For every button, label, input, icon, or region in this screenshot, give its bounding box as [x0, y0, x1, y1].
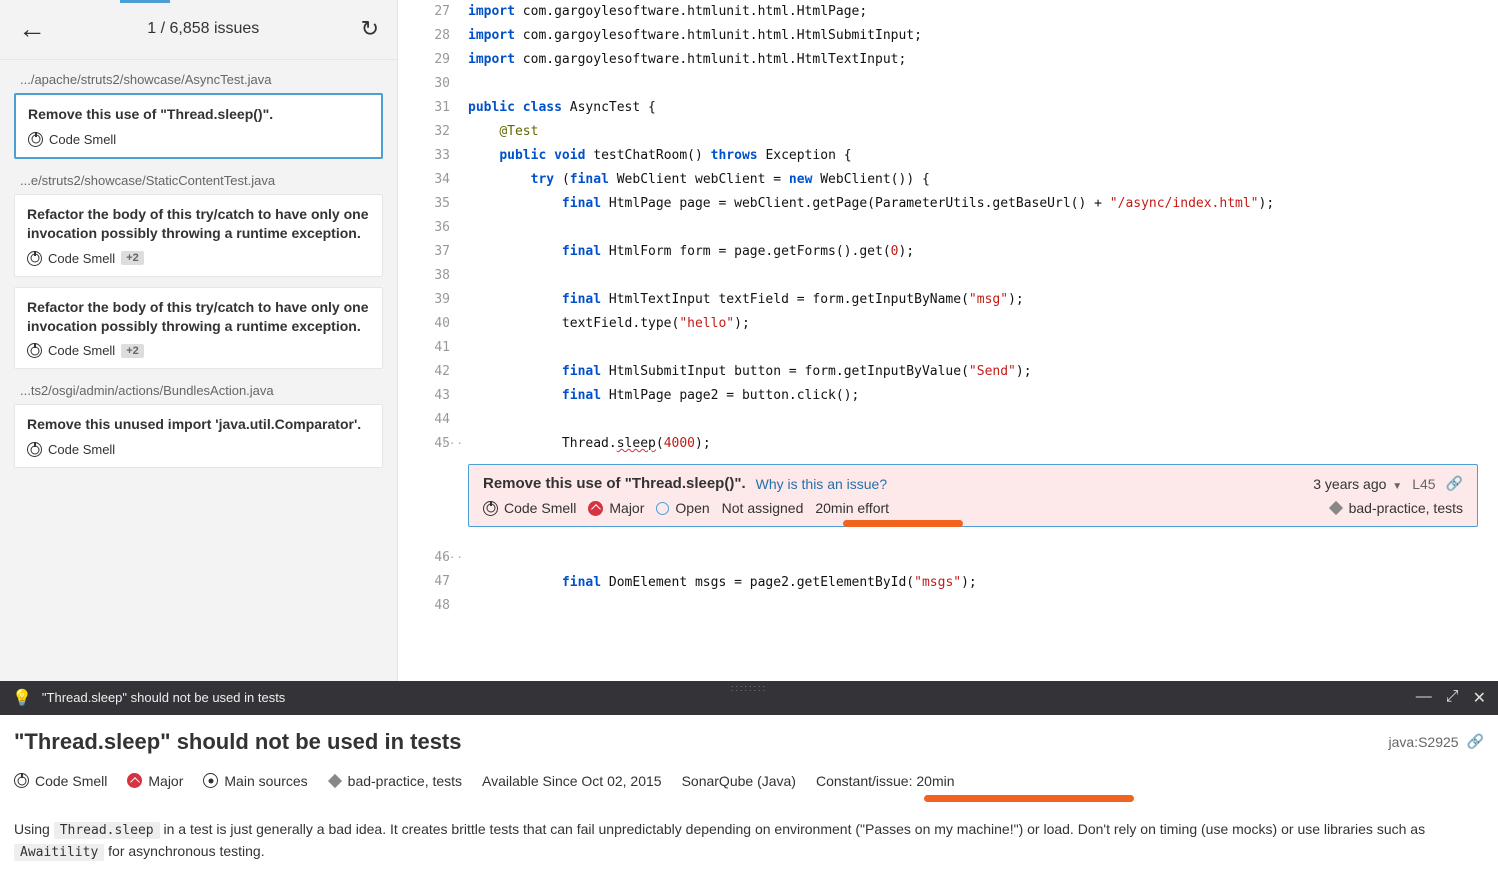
reload-icon[interactable]: ↻ [361, 16, 379, 42]
issue-list[interactable]: .../apache/struts2/showcase/AsyncTest.ja… [0, 60, 397, 681]
code-line: import com.gargoylesoftware.htmlunit.htm… [468, 24, 1478, 48]
expand-icon[interactable]: ⤢ [1446, 688, 1459, 708]
code-line: final DomElement msgs = page2.getElement… [468, 571, 1478, 595]
permalink-icon[interactable]: 🔗 [1446, 475, 1463, 492]
code-smell-icon [27, 442, 42, 457]
close-icon[interactable]: ✕ [1473, 688, 1486, 708]
tag-icon [328, 774, 342, 788]
issue-counter: 1 / 6,858 issues [60, 20, 347, 38]
code-viewer: 27282930313233343536373839404142434445··… [398, 0, 1498, 681]
panel-title: "Thread.sleep" should not be used in tes… [42, 690, 285, 705]
issue-card[interactable]: Refactor the body of this try/catch to h… [14, 287, 383, 370]
issue-card[interactable]: Remove this unused import 'java.util.Com… [14, 404, 383, 468]
highlight-marker [843, 520, 963, 527]
scope-icon [203, 773, 218, 788]
code-line [468, 216, 1478, 240]
rule-meta: Code Smell Major Main sources bad-practi… [14, 773, 1484, 789]
issue-assignee[interactable]: Not assigned [722, 500, 804, 516]
back-icon[interactable]: ← [18, 15, 46, 43]
code-body: import com.gargoylesoftware.htmlunit.htm… [468, 0, 1498, 681]
plus-badge: +2 [121, 344, 144, 358]
lightbulb-icon: 💡 [12, 688, 32, 708]
code-line: @Test [468, 120, 1478, 144]
status-icon [656, 502, 669, 515]
file-path[interactable]: ...e/struts2/showcase/StaticContentTest.… [14, 169, 383, 194]
code-line [468, 264, 1478, 288]
drag-handle-icon[interactable]: :::::::: [731, 683, 767, 693]
code-line [468, 408, 1478, 432]
issue-meta: Code Smell [28, 132, 369, 147]
code-line: Thread.sleep(4000); [468, 432, 1478, 456]
issue-title: Refactor the body of this try/catch to h… [27, 298, 370, 336]
code-smell-icon [483, 501, 498, 516]
code-smell-icon [28, 132, 43, 147]
code-line [468, 595, 1478, 619]
code-line: final HtmlTextInput textField = form.get… [468, 288, 1478, 312]
issue-title: Remove this use of "Thread.sleep()". [483, 475, 746, 492]
code-line [468, 72, 1478, 96]
code-line: final HtmlForm form = page.getForms().ge… [468, 240, 1478, 264]
code-line [468, 547, 1478, 571]
issue-age[interactable]: 3 years ago ▼ [1313, 476, 1402, 492]
issue-title: Remove this use of "Thread.sleep()". [28, 105, 369, 124]
highlight-marker [924, 795, 1134, 802]
issue-title: Refactor the body of this try/catch to h… [27, 205, 370, 243]
code-line: try (final WebClient webClient = new Web… [468, 168, 1478, 192]
code-line: public class AsyncTest { [468, 96, 1478, 120]
code-line: import com.gargoylesoftware.htmlunit.htm… [468, 48, 1478, 72]
major-icon [127, 773, 142, 788]
rule-detail-panel: "Thread.sleep" should not be used in tes… [0, 715, 1498, 881]
inline-issue-box[interactable]: Remove this use of "Thread.sleep()". Why … [468, 464, 1478, 527]
code-line: final HtmlPage page2 = button.click(); [468, 384, 1478, 408]
major-icon [588, 501, 603, 516]
issue-meta: Code Smell+2 [27, 251, 370, 266]
why-link[interactable]: Why is this an issue? [756, 476, 888, 492]
rule-id: java:S2925 [1389, 734, 1459, 750]
code-smell-icon [27, 343, 42, 358]
minimize-icon[interactable]: — [1416, 688, 1432, 708]
issue-line: L45 [1412, 476, 1435, 492]
code-line: import com.gargoylesoftware.htmlunit.htm… [468, 0, 1478, 24]
code-line: final HtmlSubmitInput button = form.getI… [468, 360, 1478, 384]
code-line [468, 336, 1478, 360]
rule-panel-bar[interactable]: :::::::: 💡 "Thread.sleep" should not be … [0, 681, 1498, 715]
issues-sidebar: ← 1 / 6,858 issues ↻ .../apache/struts2/… [0, 0, 398, 681]
rule-title: "Thread.sleep" should not be used in tes… [14, 729, 462, 755]
issue-title: Remove this unused import 'java.util.Com… [27, 415, 370, 434]
issue-meta: Code Smell [27, 442, 370, 457]
permalink-icon[interactable]: 🔗 [1467, 733, 1484, 750]
code-smell-icon [14, 773, 29, 788]
tag-icon [1329, 501, 1343, 515]
issue-meta: Code Smell+2 [27, 343, 370, 358]
issue-card[interactable]: Remove this use of "Thread.sleep()". Code… [14, 93, 383, 159]
code-smell-icon [27, 251, 42, 266]
file-path[interactable]: .../apache/struts2/showcase/AsyncTest.ja… [14, 68, 383, 93]
code-line: textField.type("hello"); [468, 312, 1478, 336]
rule-description: Using Thread.sleep in a test is just gen… [14, 819, 1484, 863]
issue-effort: 20min effort [815, 500, 889, 516]
file-path[interactable]: ...ts2/osgi/admin/actions/BundlesAction.… [14, 379, 383, 404]
issue-card[interactable]: Refactor the body of this try/catch to h… [14, 194, 383, 277]
code-line: public void testChatRoom() throws Except… [468, 144, 1478, 168]
line-gutter: 27282930313233343536373839404142434445··… [398, 0, 468, 681]
plus-badge: +2 [121, 251, 144, 265]
code-line: final HtmlPage page = webClient.getPage(… [468, 192, 1478, 216]
